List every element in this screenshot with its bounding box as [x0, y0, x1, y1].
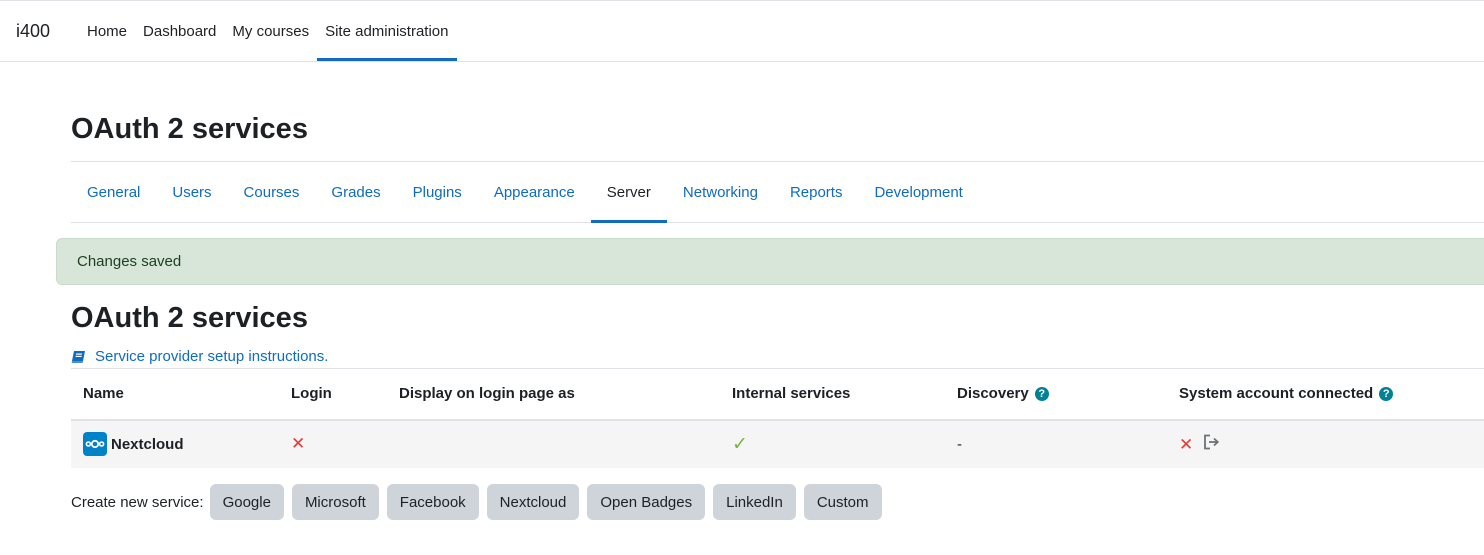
create-open-badges-button[interactable]: Open Badges: [587, 484, 706, 520]
tab-courses[interactable]: Courses: [228, 162, 316, 222]
create-nextcloud-button[interactable]: Nextcloud: [486, 484, 580, 520]
service-name-text: Nextcloud: [111, 435, 184, 453]
create-linkedin-button[interactable]: LinkedIn: [713, 484, 796, 520]
setup-instructions-link[interactable]: Service provider setup instructions.: [71, 348, 328, 365]
section-title: OAuth 2 services: [71, 302, 308, 334]
nextcloud-logo-icon: [83, 432, 107, 456]
tab-users[interactable]: Users: [156, 162, 227, 222]
nav-dashboard[interactable]: Dashboard: [135, 1, 224, 61]
header-system-account: System account connected?: [1167, 368, 1484, 421]
page-title: OAuth 2 services: [71, 113, 308, 145]
tab-general[interactable]: General: [71, 162, 156, 222]
create-google-button[interactable]: Google: [209, 484, 284, 520]
cell-display: [387, 419, 720, 468]
tab-grades[interactable]: Grades: [315, 162, 396, 222]
oauth-services-table: Name Login Display on login page as Inte…: [71, 368, 1484, 468]
setup-link-text: Service provider setup instructions.: [95, 348, 329, 365]
check-icon: ✓: [732, 433, 748, 455]
tab-networking[interactable]: Networking: [667, 162, 774, 222]
create-facebook-button[interactable]: Facebook: [386, 484, 479, 520]
create-custom-button[interactable]: Custom: [803, 484, 882, 520]
cross-icon: ✕: [1179, 434, 1194, 454]
cell-system-account: ✕: [1167, 419, 1484, 468]
tab-plugins[interactable]: Plugins: [397, 162, 478, 222]
question-circle-icon[interactable]: ?: [1034, 387, 1049, 402]
cross-icon: ✕: [291, 434, 306, 453]
top-navbar: i400 Home Dashboard My courses Site admi…: [0, 0, 1484, 62]
cell-service-name: Nextcloud: [71, 419, 279, 468]
nav-my-courses[interactable]: My courses: [224, 1, 317, 61]
cell-login: ✕: [279, 419, 387, 468]
header-name: Name: [71, 368, 279, 421]
create-service-row: Create new service: Google Microsoft Fac…: [71, 484, 882, 520]
create-microsoft-button[interactable]: Microsoft: [291, 484, 379, 520]
tab-development[interactable]: Development: [858, 162, 978, 222]
tab-reports[interactable]: Reports: [774, 162, 859, 222]
changes-saved-alert: Changes saved: [56, 238, 1484, 285]
header-discovery: Discovery?: [957, 368, 1167, 421]
cell-discovery: -: [957, 419, 1167, 468]
question-circle-icon[interactable]: ?: [1379, 387, 1394, 402]
header-internal-services: Internal services: [720, 368, 957, 421]
admin-tabs: General Users Courses Grades Plugins App…: [71, 161, 1484, 223]
sign-in-icon[interactable]: [1203, 434, 1221, 454]
primary-navigation: Home Dashboard My courses Site administr…: [79, 1, 457, 61]
create-service-label: Create new service:: [71, 493, 204, 511]
alert-message: Changes saved: [77, 253, 182, 270]
header-display: Display on login page as: [387, 368, 720, 421]
table-row: Nextcloud ✕ ✓ - ✕: [71, 419, 1484, 468]
nav-home[interactable]: Home: [79, 1, 135, 61]
table-header-row: Name Login Display on login page as Inte…: [71, 368, 1484, 421]
tab-server[interactable]: Server: [590, 162, 668, 223]
nav-site-administration[interactable]: Site administration: [317, 1, 457, 61]
site-brand[interactable]: i400: [16, 21, 50, 42]
cell-internal-services: ✓: [720, 419, 957, 468]
tab-appearance[interactable]: Appearance: [478, 162, 591, 222]
header-login: Login: [279, 368, 387, 421]
book-icon: [71, 350, 87, 364]
